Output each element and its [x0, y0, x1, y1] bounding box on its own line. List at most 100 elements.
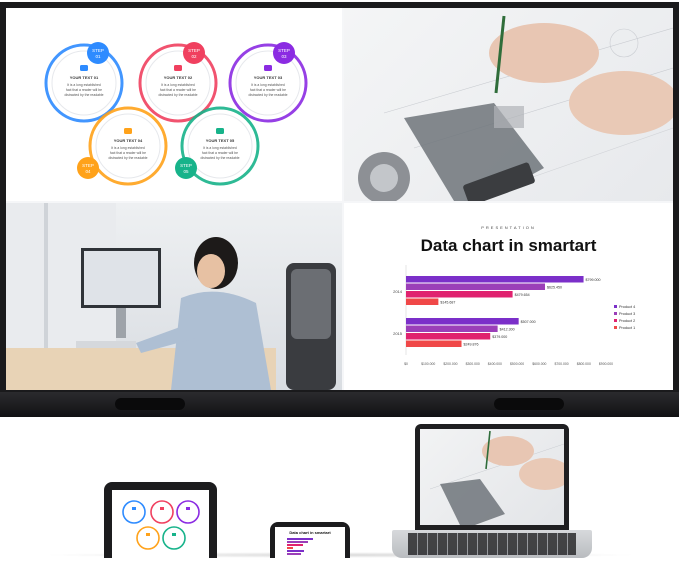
step-body: fact that a reader will be [202, 151, 238, 155]
bar-value-label: $249.876 [464, 343, 479, 347]
x-tick-label: $400.000 [488, 362, 502, 366]
bar [406, 333, 491, 340]
x-tick-label: $900.000 [599, 362, 613, 366]
tablet-screen [112, 490, 209, 558]
chat-icon [216, 128, 224, 134]
step-title: YOUR TEXT 01 [70, 75, 99, 80]
bar-value-label: $412.300 [500, 328, 515, 332]
step-badge-label: STEP [188, 48, 200, 53]
bar [406, 318, 519, 325]
monitor-foot-right [494, 398, 564, 410]
bar-value-label: $625.450 [547, 286, 562, 290]
step-body: fact that a reader will be [160, 88, 196, 92]
bar [406, 276, 584, 283]
x-tick-label: $500.000 [510, 362, 524, 366]
step-title: YOUR TEXT 04 [114, 138, 143, 143]
step-body: fact that a reader will be [110, 151, 146, 155]
chat-icon [132, 507, 136, 510]
step-body: distracted by the readable [158, 93, 197, 97]
bar-value-label: $799.000 [586, 278, 601, 282]
x-tick-label: $700.000 [554, 362, 568, 366]
x-tick-label: $100.000 [421, 362, 435, 366]
step-body: fact that a reader will be [66, 88, 102, 92]
step-badge-number: 04 [85, 169, 91, 174]
legend-swatch [614, 319, 617, 322]
step-1: YOUR TEXT 01 It is a long establishedfact… [44, 42, 124, 123]
legend-swatch [614, 326, 617, 329]
office-photo [6, 203, 342, 390]
step-body: distracted by the readable [200, 156, 239, 160]
step-badge-label: STEP [82, 163, 94, 168]
infographic-panel: YOUR TEXT 01 It is a long established fact… [6, 8, 342, 201]
step-badge [77, 157, 99, 179]
category-label: 2015 [393, 331, 403, 336]
step-body: fact that a reader will be [250, 88, 286, 92]
monitor-bezel [0, 392, 679, 417]
tablet-step-ring [122, 500, 146, 524]
phone-screen: Data chart in smartart [275, 527, 345, 558]
legend-label: Product 2 [619, 319, 635, 323]
tablet-device [104, 482, 217, 558]
bar [406, 283, 545, 290]
tablet-step-ring [176, 500, 200, 524]
step-body: It is a long established [67, 83, 101, 87]
chat-icon [160, 507, 164, 510]
step-badge-number: 02 [191, 54, 197, 59]
x-tick-label: $600.000 [532, 362, 546, 366]
drafting-photo [344, 8, 673, 201]
step-badge-label: STEP [92, 48, 104, 53]
step-badge-number: 03 [281, 54, 287, 59]
tablet-infographic [122, 500, 200, 550]
category-label: 2014 [393, 289, 403, 294]
step-body: It is a long established [251, 83, 285, 87]
presentation-slide: PRESENTATION Data chart in smartart $799… [344, 203, 673, 390]
bar-value-label: $379.000 [492, 335, 507, 339]
legend-swatch [614, 312, 617, 315]
laptop-device [415, 424, 569, 530]
chat-icon [186, 507, 190, 510]
step-title: YOUR TEXT 03 [254, 75, 283, 80]
x-tick-label: $300.000 [466, 362, 480, 366]
x-tick-label: $0 [404, 362, 408, 366]
legend-swatch [614, 305, 617, 308]
chat-icon [174, 65, 182, 71]
office-illustration [6, 203, 336, 390]
phone-device: Data chart in smartart [270, 522, 350, 558]
x-tick-label: $200.000 [443, 362, 457, 366]
step-body: It is a long established [203, 146, 237, 150]
tablet-step-ring [136, 526, 160, 550]
bar [406, 340, 462, 347]
legend-label: Product 3 [619, 312, 635, 316]
infographic-diagram: YOUR TEXT 01It is a long establishedfact… [44, 42, 308, 186]
chat-icon [264, 65, 272, 71]
bar-value-label: $507.000 [521, 320, 536, 324]
step-badge-number: 05 [183, 169, 189, 174]
chat-icon [124, 128, 132, 134]
step-badge [87, 42, 109, 64]
step-badge-label: STEP [278, 48, 290, 53]
step-body: distracted by the readable [248, 93, 287, 97]
step-2: YOUR TEXT 02 It is a long establishedfact… [138, 42, 218, 123]
step-body: It is a long established [161, 83, 195, 87]
monitor-foot-left [115, 398, 185, 410]
tablet-step-ring [150, 500, 174, 524]
step-badge [175, 157, 197, 179]
step-title: YOUR TEXT 05 [206, 138, 235, 143]
step-title: YOUR TEXT 02 [164, 75, 193, 80]
monitor-screen: YOUR TEXT 01 It is a long established fact… [6, 8, 673, 390]
step-badge-label: STEP [180, 163, 192, 168]
step-badge [273, 42, 295, 64]
drafting-illustration [358, 15, 673, 201]
x-tick-label: $800.000 [577, 362, 591, 366]
chat-icon [146, 533, 150, 536]
laptop-keyboard [408, 533, 576, 555]
bar [406, 325, 498, 332]
chat-icon [172, 533, 176, 536]
tablet-step-ring [162, 526, 186, 550]
monitor: YOUR TEXT 01 It is a long established fact… [0, 2, 679, 392]
bar-chart: $799.000 $625.450 $479.654 $145.687 2014 $507… [393, 265, 635, 366]
phone-chart [287, 538, 313, 555]
step-badge-number: 01 [95, 54, 101, 59]
step-body: distracted by the readable [108, 156, 147, 160]
bar [406, 291, 513, 298]
